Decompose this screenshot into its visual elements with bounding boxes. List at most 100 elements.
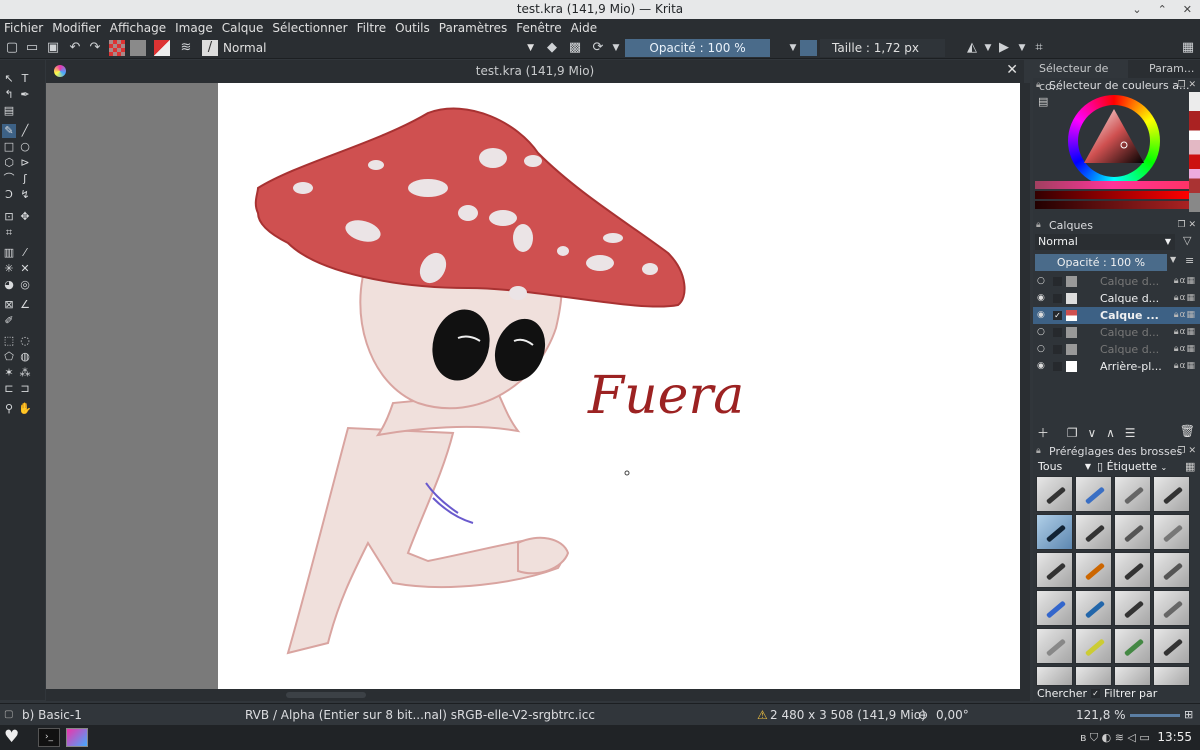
bezier-select-icon[interactable]: ⊏ [2,382,16,396]
dynamic-brush-icon[interactable]: Ↄ [2,188,16,202]
opacity-slider[interactable]: Opacité : 100 % [625,39,770,57]
tab-color-selector[interactable]: Sélecteur de co... [1033,60,1128,93]
visibility-hidden-icon[interactable]: ○ [1037,273,1049,290]
measure-tool-icon[interactable]: ∠ [18,298,32,312]
vertical-scrollbar[interactable] [1020,83,1030,689]
minimize-button[interactable]: ⌄ [1132,0,1141,19]
color-wheel[interactable] [1068,95,1160,187]
brush-preset[interactable] [1075,628,1112,664]
zoom-fit-icon[interactable]: ⊞ [1184,704,1193,726]
brush-preset[interactable] [1114,590,1151,626]
fg-bg-color-icon[interactable] [154,40,170,56]
brush-preset[interactable] [1036,628,1073,664]
color-history-strip[interactable] [1189,92,1200,212]
calligraphy-icon[interactable]: ✒ [18,88,32,102]
brush-preset[interactable] [1075,590,1112,626]
brush-preset[interactable] [1114,552,1151,588]
mirror-vertical-icon[interactable]: ▶ [996,40,1012,56]
filter-icon[interactable]: ▽ [1183,234,1191,247]
brush-preset[interactable] [1114,514,1151,550]
redo-icon[interactable]: ↷ [87,40,103,56]
eraser-mode-icon[interactable]: ◆ [544,40,560,56]
ellipse-select-icon[interactable]: ◌ [18,334,32,348]
brush-preset[interactable] [1075,514,1112,550]
line-tool-icon[interactable]: ╱ [18,124,32,138]
brush-preset[interactable] [1036,552,1073,588]
brush-preset[interactable] [1114,628,1151,664]
scrollbar-thumb[interactable] [286,692,366,698]
terminal-icon[interactable]: ›_ [38,728,60,747]
size-slider[interactable]: Taille : 1,72 px [820,39,945,57]
menu-aide[interactable]: Aide [571,21,598,35]
menu-icon[interactable]: ≡ [1185,254,1194,267]
brush-preset-icon[interactable]: / [202,40,218,56]
workspace-icon[interactable]: ▦ [1180,40,1196,56]
app-launcher-icon[interactable]: ♥ [4,728,19,747]
rotation-icon[interactable]: ⊖ [918,704,928,726]
brush-preset[interactable] [1153,514,1190,550]
krita-task-icon[interactable] [66,728,88,747]
blend-mode-select[interactable]: Normal ▼ [220,39,538,57]
select-shapes-icon[interactable]: ↖ [2,72,16,86]
brush-preset[interactable] [1075,476,1112,512]
ellipse-tool-icon[interactable]: ○ [18,140,32,154]
menu-fenetre[interactable]: Fenêtre [516,21,561,35]
magnetic-select-icon[interactable]: ⊐ [18,382,32,396]
pan-tool-icon[interactable]: ✋ [18,402,32,416]
brush-preset[interactable] [1036,590,1073,626]
layer-flags-icon[interactable]: 🔒︎α▦ [1174,307,1196,324]
menu-outils[interactable]: Outils [395,21,430,35]
menu-modifier[interactable]: Modifier [52,21,101,35]
brush-preset[interactable] [1153,628,1190,664]
layer-checkbox[interactable] [1053,294,1062,303]
delete-layer-icon[interactable]: 🗑︎ [1180,424,1195,438]
layer-row-selected[interactable]: ◉ ✓ Calque ... 🔒︎α▦ [1033,307,1200,324]
document-tab[interactable]: test.kra (141,9 Mio) ✕ [46,60,1024,83]
alpha-lock-icon[interactable]: ▩ [567,40,583,56]
chevron-down-icon[interactable]: ▼ [980,40,996,56]
float-close-icon[interactable]: ❐ ✕ [1178,218,1196,233]
layer-flags-icon[interactable]: 🔒︎α▦ [1174,290,1196,307]
chevron-down-icon[interactable]: ▼ [1170,255,1176,264]
filter-by-tag-checkbox[interactable]: ✓ [1091,689,1100,698]
layer-row[interactable]: ○ Calque d... 🔒︎α▦ [1033,341,1200,358]
brush-preset[interactable] [1153,552,1190,588]
layer-checkbox[interactable] [1053,277,1062,286]
brush-preset[interactable] [1036,666,1073,686]
chevron-down-icon[interactable]: ▼ [1014,40,1030,56]
canvas-area[interactable]: Fuera [46,83,1020,689]
wrap-around-icon[interactable]: ⌗ [1031,40,1047,56]
crop-tool-icon[interactable]: ⌗ [2,226,16,240]
rotation-label[interactable]: 0,00° [936,704,969,726]
move-tool-icon[interactable]: ✥ [18,210,32,224]
transform-tool-icon[interactable]: ⊡ [2,210,16,224]
freehand-brush-icon[interactable]: ✎ [2,124,16,138]
visibility-icon[interactable]: ◉ [1037,358,1049,375]
brush-tag-select[interactable]: ▯ Étiquette ⌄ [1097,460,1177,474]
multibrush-icon[interactable]: ↯ [18,188,32,202]
visibility-icon[interactable]: ◉ [1037,307,1049,324]
close-document-icon[interactable]: ✕ [1006,62,1018,78]
brush-preset[interactable] [1153,476,1190,512]
freehand-path-icon[interactable]: ʃ [18,172,32,186]
layer-flags-icon[interactable]: 🔒︎α▦ [1174,273,1196,290]
polyline-tool-icon[interactable]: ⊳ [18,156,32,170]
current-brush-label[interactable]: b) Basic-1 [22,704,82,726]
freehand-select-icon[interactable]: ◍ [18,350,32,364]
horizontal-scrollbar[interactable] [46,689,1030,701]
hue-slider[interactable] [1035,181,1189,189]
visibility-hidden-icon[interactable]: ○ [1037,324,1049,341]
layer-properties-icon[interactable]: ☰ [1125,426,1136,440]
colorize-mask-icon[interactable]: ✕ [18,262,32,276]
enclose-fill-icon[interactable]: ◎ [18,278,32,292]
saturation-slider[interactable] [1035,191,1189,199]
menu-selectionner[interactable]: Sélectionner [272,21,347,35]
color-picker-icon[interactable]: ⁄ [18,246,32,260]
layer-row[interactable]: ◉ Arrière-pl... 🔒︎α▦ [1033,358,1200,375]
brush-editor-icon[interactable]: ≋ [178,40,194,56]
polygon-select-icon[interactable]: ⬠ [2,350,16,364]
brush-preset[interactable] [1114,666,1151,686]
pattern-swatch-icon[interactable] [130,40,146,56]
reload-preset-icon[interactable]: ⟳ [590,40,606,56]
add-layer-icon[interactable]: ＋ [1037,426,1049,440]
